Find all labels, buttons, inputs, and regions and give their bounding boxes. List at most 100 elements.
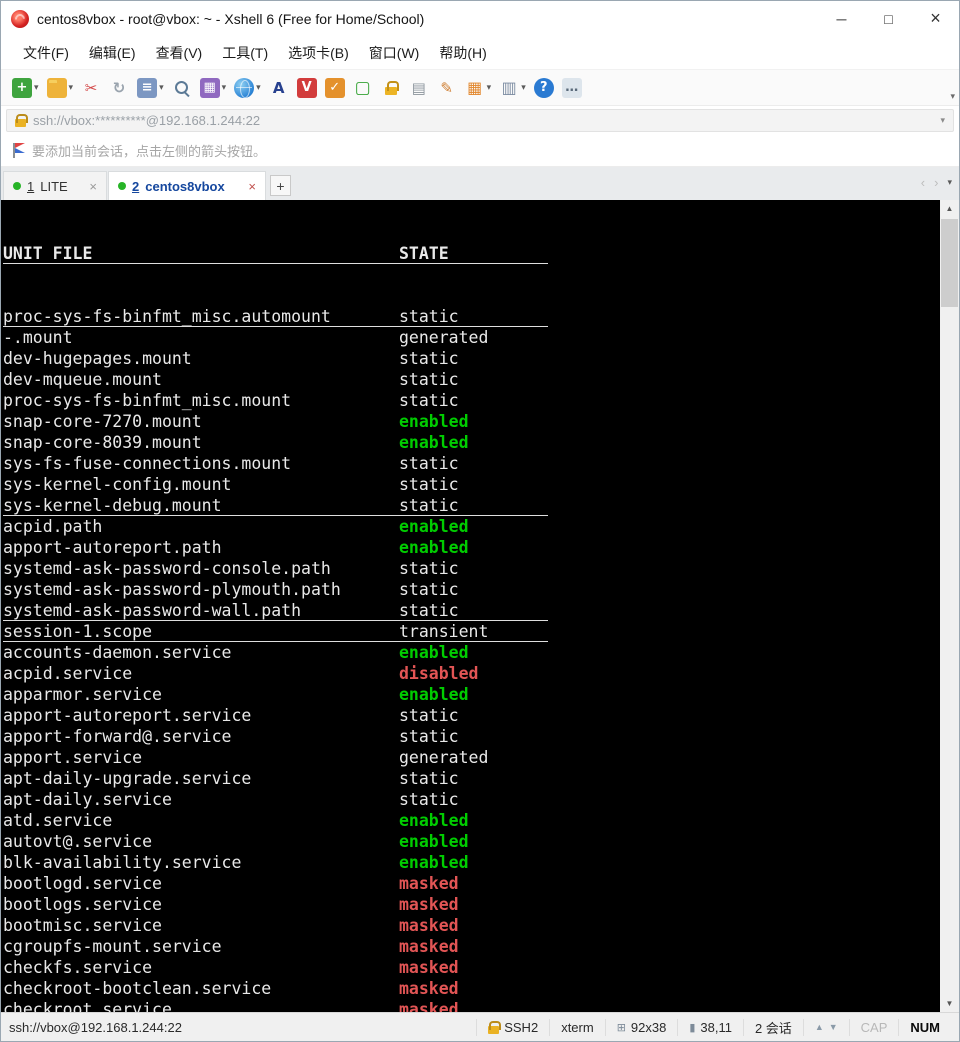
unit-file-row: blk-availability.serviceenabled	[3, 852, 548, 873]
close-button[interactable]: ×	[912, 1, 959, 36]
compose-button[interactable]: ✎	[434, 75, 460, 101]
tab-list-dropdown-icon[interactable]: ▾	[947, 177, 952, 188]
scroll-down-icon[interactable]: ▼	[940, 995, 959, 1012]
scrollbar-track[interactable]	[940, 217, 959, 995]
unit-file-row: apport-autoreport.servicestatic	[3, 705, 548, 726]
unit-state: enabled	[399, 853, 469, 872]
unit-name: checkfs.service	[3, 957, 399, 978]
globe-dropdown-icon[interactable]: ▾	[256, 82, 261, 93]
open-folder-dropdown-icon[interactable]: ▾	[69, 82, 74, 93]
menu-edit[interactable]: 编辑(E)	[79, 38, 146, 68]
unit-file-row: accounts-daemon.serviceenabled	[3, 642, 548, 663]
window-title: centos8vbox - root@vbox: ~ - Xshell 6 (F…	[37, 11, 424, 27]
num-lock-label: NUM	[910, 1020, 940, 1035]
unit-state: enabled	[399, 811, 469, 830]
tile-windows-dropdown-icon[interactable]: ▾	[487, 82, 492, 93]
unit-name: dev-mqueue.mount	[3, 369, 399, 390]
menu-window[interactable]: 窗口(W)	[359, 38, 430, 68]
tab-centos8vbox[interactable]: 2centos8vbox×	[108, 171, 266, 200]
unit-file-row: acpid.pathenabled	[3, 516, 548, 537]
unit-name: snap-core-8039.mount	[3, 432, 399, 453]
unit-file-row: session-1.scopetransient	[3, 621, 548, 642]
xshell-window: centos8vbox - root@vbox: ~ - Xshell 6 (F…	[0, 0, 960, 1042]
unit-name: apport-autoreport.service	[3, 705, 399, 726]
flag-icon[interactable]	[10, 142, 25, 159]
unit-state: enabled	[399, 412, 469, 431]
unit-file-row: apport-autoreport.pathenabled	[3, 537, 548, 558]
unit-file-row: atd.serviceenabled	[3, 810, 548, 831]
session-prev-icon[interactable]: ▲	[815, 1022, 824, 1032]
unit-state: static	[399, 391, 459, 410]
terminal-size-label: 92x38	[631, 1020, 666, 1035]
menu-bar: 文件(F)编辑(E)查看(V)工具(T)选项卡(B)窗口(W)帮助(H)	[1, 36, 959, 69]
unit-file-row: sys-kernel-debug.mountstatic	[3, 495, 548, 516]
new-session-dropdown-icon[interactable]: ▾	[34, 82, 39, 93]
unit-file-row: -.mountgenerated	[3, 327, 548, 348]
unit-state: static	[399, 790, 459, 809]
terminal-type-label: xterm	[561, 1020, 594, 1035]
scrollbar-thumb[interactable]	[941, 219, 958, 307]
new-session-button[interactable]: +▾	[9, 75, 42, 101]
tab-scroll-left-icon[interactable]: ‹	[921, 175, 925, 190]
xftp-button[interactable]: ✓	[322, 75, 348, 101]
address-field[interactable]: ssh://vbox:**********@192.168.1.244:22 ▾	[6, 109, 954, 132]
unit-file-row: cgroupfs-mount.servicemasked	[3, 936, 548, 957]
unit-file-row: apt-daily-upgrade.servicestatic	[3, 768, 548, 789]
tab-lite[interactable]: 1LITE×	[3, 171, 107, 200]
globe-icon	[234, 78, 254, 98]
menu-help[interactable]: 帮助(H)	[429, 38, 496, 68]
toolbar-overflow-icon[interactable]: ▾	[950, 91, 955, 102]
terminal-screen[interactable]: UNIT FILESTATE proc-sys-fs-binfmt_misc.a…	[1, 200, 940, 1012]
globe-button[interactable]: ▾	[231, 75, 264, 101]
unit-name: bootlogs.service	[3, 894, 399, 915]
unit-name: apport-autoreport.path	[3, 537, 399, 558]
maximize-button[interactable]: □	[865, 1, 912, 36]
unit-name: systemd-ask-password-plymouth.path	[3, 579, 399, 600]
disconnect-button[interactable]: ✂	[78, 75, 104, 101]
file-transfer-dropdown-icon[interactable]: ▾	[222, 82, 227, 93]
unit-name: bootmisc.service	[3, 915, 399, 936]
session-properties-button[interactable]: ≡▾	[134, 75, 167, 101]
unit-name: systemd-ask-password-wall.path	[3, 600, 399, 621]
layout-dropdown-icon[interactable]: ▾	[521, 82, 526, 93]
find-button[interactable]	[169, 75, 195, 101]
feedback-button[interactable]: …	[559, 75, 585, 101]
open-folder-icon	[47, 78, 67, 98]
unit-file-row: sys-fs-fuse-connections.mountstatic	[3, 453, 548, 474]
layout-button[interactable]: ▥▾	[496, 75, 529, 101]
tab-close-icon[interactable]: ×	[89, 179, 97, 194]
help-button[interactable]: ?	[531, 75, 557, 101]
scroll-up-icon[interactable]: ▲	[940, 200, 959, 217]
menu-view[interactable]: 查看(V)	[146, 38, 213, 68]
window-controls: ─ □ ×	[818, 1, 959, 36]
xagent-button[interactable]: V	[294, 75, 320, 101]
unit-name: blk-availability.service	[3, 852, 399, 873]
toolbar: +▾▾✂↻≡▾▦▾▾AV✓▢▤✎▦▾▥▾?…▾	[1, 69, 959, 106]
unit-state: enabled	[399, 643, 469, 662]
session-next-icon[interactable]: ▼	[829, 1022, 838, 1032]
menu-tab[interactable]: 选项卡(B)	[278, 38, 359, 68]
status-terminal-type: xterm	[549, 1019, 605, 1036]
reconnect-button[interactable]: ↻	[106, 75, 132, 101]
font-button[interactable]: A	[266, 75, 292, 101]
unit-file-row: dev-hugepages.mountstatic	[3, 348, 548, 369]
unit-state: masked	[399, 1000, 459, 1012]
terminal-size-icon: ⊞	[617, 1021, 626, 1034]
tab-close-icon[interactable]: ×	[248, 179, 256, 194]
minimize-button[interactable]: ─	[818, 1, 865, 36]
file-transfer-button[interactable]: ▦▾	[197, 75, 230, 101]
menu-file[interactable]: 文件(F)	[13, 38, 79, 68]
tab-scroll-right-icon[interactable]: ›	[934, 175, 938, 190]
open-folder-button[interactable]: ▾	[44, 75, 77, 101]
fullscreen-button[interactable]: ▢	[350, 75, 376, 101]
tab-number: 2	[132, 179, 139, 194]
session-properties-dropdown-icon[interactable]: ▾	[159, 82, 164, 93]
address-dropdown-icon[interactable]: ▾	[940, 115, 945, 126]
session-count-label: 2 会话	[755, 1018, 792, 1037]
menu-tools[interactable]: 工具(T)	[212, 38, 278, 68]
new-tab-button[interactable]: +	[270, 175, 291, 196]
unit-file-row: systemd-ask-password-plymouth.pathstatic	[3, 579, 548, 600]
lock-button[interactable]	[378, 75, 404, 101]
keyboard-button[interactable]: ▤	[406, 75, 432, 101]
tile-windows-button[interactable]: ▦▾	[462, 75, 495, 101]
